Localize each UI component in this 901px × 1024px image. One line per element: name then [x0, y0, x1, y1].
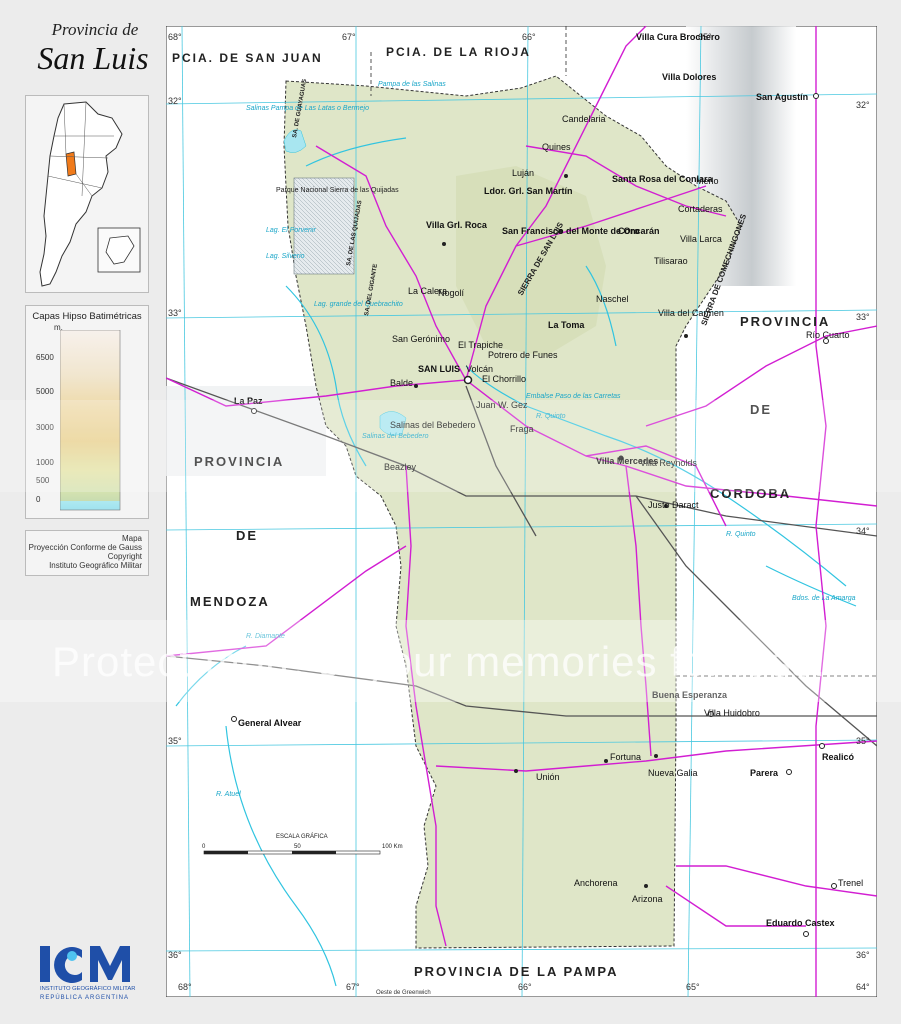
grid-label: 67° — [346, 982, 360, 992]
place-label: El Chorrillo — [482, 374, 526, 384]
region-label: MENDOZA — [190, 594, 270, 609]
scale-tick: 100 Km — [382, 844, 403, 850]
water-label: Lag. Silverio — [266, 253, 305, 260]
region-label: PCIA. DE LA RIOJA — [386, 45, 531, 59]
place-label: San Gerónimo — [392, 334, 450, 344]
place-label: Eduardo Castex — [766, 918, 835, 928]
scale-tick: 50 — [294, 844, 301, 850]
place-label: Luján — [512, 168, 534, 178]
place-label: Concarán — [618, 226, 660, 236]
legend-level-5000: 5000 — [36, 387, 54, 396]
place-label: Volcán — [466, 364, 493, 374]
grid-label: 66° — [518, 982, 532, 992]
legend-level-6500: 6500 — [36, 353, 54, 362]
region-label: PROVINCIA DE LA PAMPA — [414, 964, 619, 979]
place-label: Tilisarao — [654, 256, 688, 266]
place-label: Villa Larca — [680, 234, 722, 244]
grid-label: 66° — [522, 32, 536, 42]
grid-label: Oeste de Greenwich — [376, 990, 431, 996]
place-label: Villa Huidobro — [704, 708, 760, 718]
map-title-line1: Provincia de — [51, 20, 139, 39]
place-label: La Toma — [548, 320, 585, 330]
grid-label: 33° — [168, 308, 182, 318]
place-label: Justo Daract — [648, 500, 699, 510]
logo-line2: REPÚBLICA ARGENTINA — [40, 994, 129, 1001]
region-label: PROVINCIA — [740, 314, 830, 329]
grid-label: 64° — [856, 982, 870, 992]
water-label: Bdos. de La Amarga — [792, 595, 856, 602]
water-label: Pampa de las Salinas — [378, 81, 446, 88]
map-frame: PCIA. DE SAN JUAN PCIA. DE LA RIOJA PROV… — [165, 25, 878, 998]
watermark-band — [0, 400, 901, 492]
place-label: Río Cuarto — [806, 330, 850, 340]
place-label: Naschel — [596, 294, 629, 304]
place-label: Trenel — [838, 878, 863, 888]
region-label: DE — [236, 528, 258, 543]
grid-label: 33° — [856, 312, 870, 322]
scale-title: ESCALA GRÁFICA — [276, 833, 328, 840]
legend-level-0: 0 — [36, 495, 41, 504]
region-label: PCIA. DE SAN JUAN — [172, 51, 323, 65]
place-label: Anchorena — [574, 878, 618, 888]
place-label: Candelaria — [562, 114, 606, 124]
place-label: Ldor. Grl. San Martín — [484, 186, 573, 196]
grid-label: 36° — [856, 950, 870, 960]
water-label: R. Quinto — [726, 531, 756, 538]
place-label: SAN LUIS — [418, 364, 460, 374]
grid-label: 65° — [686, 982, 700, 992]
grid-label: 34° — [856, 526, 870, 536]
place-label: Parera — [750, 768, 779, 778]
grid-label: 32° — [168, 96, 182, 106]
grid-label: 35° — [168, 736, 182, 746]
credit-line: Copyright — [107, 552, 142, 561]
igm-logo: INSTITUTO GEOGRÁFICO MILITAR REPÚBLICA A… — [38, 942, 148, 1002]
place-label: Realicó — [822, 752, 855, 762]
logo-line1: INSTITUTO GEOGRÁFICO MILITAR — [40, 985, 135, 992]
credit-line: Mapa — [121, 534, 142, 543]
place-label: Balde — [390, 378, 413, 388]
place-label: San Agustín — [756, 92, 808, 102]
place-label: Nueva Galia — [648, 768, 698, 778]
water-label: Lag. El Porvenir — [266, 227, 316, 234]
map-title-line2: San Luis — [37, 40, 149, 76]
grid-label: 32° — [856, 100, 870, 110]
place-label: La Calera — [408, 286, 447, 296]
place-label: Quines — [542, 142, 571, 152]
watermark-text: Protect more of your memories for less! — [52, 638, 827, 685]
place-label: Villa Dolores — [662, 72, 716, 82]
place-label: Fortuna — [610, 752, 641, 762]
san-luis-highlight — [65, 151, 77, 177]
grid-label: 68° — [178, 982, 192, 992]
place-label: General Alvear — [238, 718, 302, 728]
place-label: Arizona — [632, 894, 663, 904]
water-label: Salinas Pampa de Las Latas o Bermejo — [246, 105, 369, 112]
park-label: Parque Nacional Sierra de las Quijadas — [276, 187, 399, 194]
credit-line: Proyección Conforme de Gauss — [28, 543, 142, 552]
credits-box: Mapa Proyección Conforme de Gauss Copyri… — [25, 530, 149, 576]
water-label: Lag. grande del Quebrachito — [314, 301, 403, 308]
capital-marker — [463, 375, 473, 385]
place-label: Cortaderas — [678, 204, 723, 214]
place-label: Villa Grl. Roca — [426, 220, 488, 230]
grid-label: 68° — [168, 32, 182, 42]
place-label: Merlo — [696, 176, 719, 186]
place-label: Villa Cura Brochero — [636, 32, 720, 42]
legend-title: Capas Hipso Batimétricas — [32, 311, 142, 322]
argentina-outline — [39, 101, 141, 287]
grid-label: 67° — [342, 32, 356, 42]
place-label: Unión — [536, 772, 560, 782]
grid-label: 36° — [168, 950, 182, 960]
map-canvas: PCIA. DE SAN JUAN PCIA. DE LA RIOJA PROV… — [165, 25, 878, 998]
place-label: El Trapiche — [458, 340, 503, 350]
water-label: Embalse Paso de las Carretas — [526, 393, 621, 400]
credit-line: Instituto Geográfico Militar — [49, 561, 142, 570]
location-inset — [25, 95, 149, 293]
grid-label: 35° — [856, 736, 870, 746]
place-label: Potrero de Funes — [488, 350, 558, 360]
water-label: R. Atuel — [216, 791, 241, 798]
